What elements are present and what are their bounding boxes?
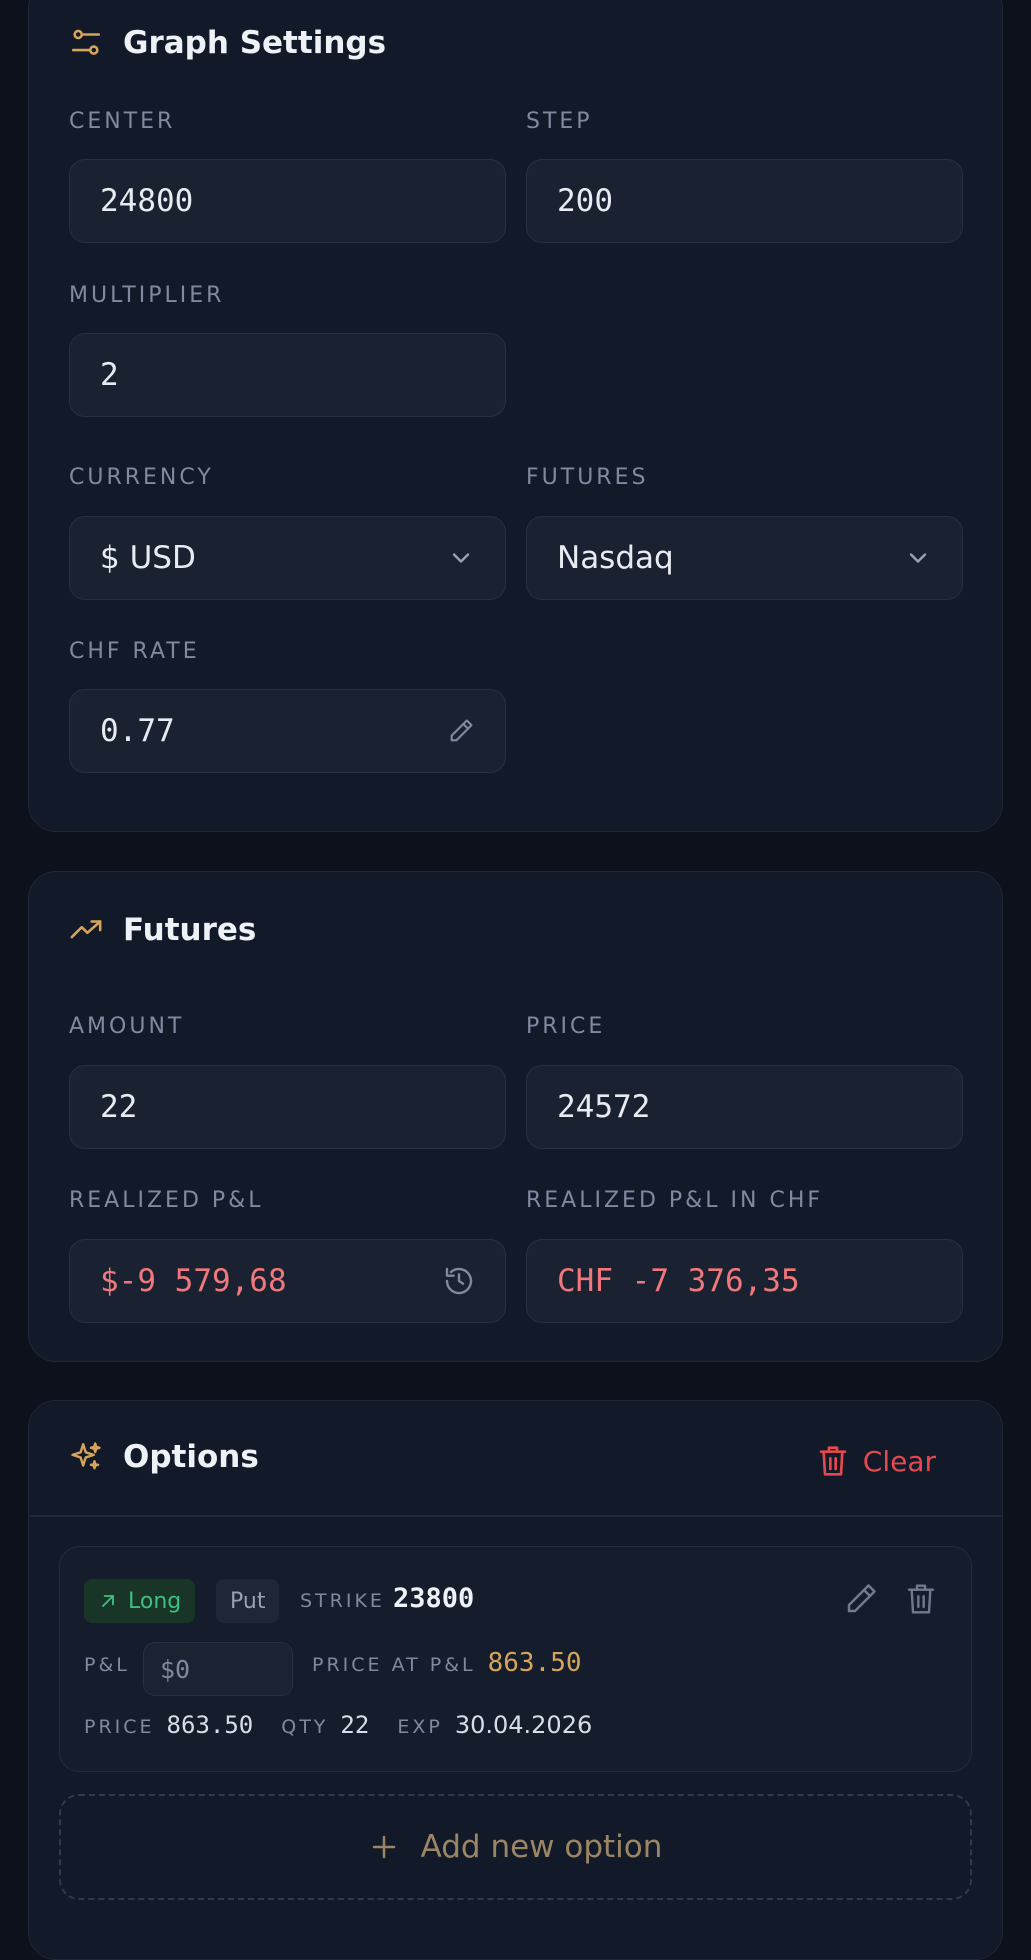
delete-icon[interactable] (905, 1581, 937, 1617)
type-label: Put (230, 1588, 266, 1614)
center-value: 24800 (100, 183, 194, 219)
trash-icon (817, 1443, 849, 1479)
futures-select[interactable]: Nasdaq (526, 516, 963, 600)
futures-label: FUTURES (526, 465, 649, 490)
exp-label: EXP (397, 1716, 443, 1738)
multiplier-label: MULTIPLIER (69, 283, 225, 308)
option-item[interactable]: Long Put STRIKE 23800 P&L $0 PRICE AT P&… (59, 1546, 972, 1772)
direction-badge: Long (84, 1579, 196, 1623)
pl-input-value: $0 (160, 1654, 191, 1684)
chf-rate-input[interactable]: 0.77 (69, 689, 506, 773)
divider (29, 1515, 1002, 1517)
step-label: STEP (526, 109, 593, 134)
edit-icon[interactable] (843, 1581, 879, 1617)
options-card: Options Clear Long Put STRIKE 23800 P&L … (28, 1400, 1003, 1960)
realized-pl-value: $-9 579,68 (100, 1263, 287, 1299)
strike-value: 23800 (392, 1583, 475, 1614)
qty-value: 22 (340, 1711, 370, 1739)
amount-value: 22 (100, 1089, 138, 1125)
pl-input[interactable]: $0 (143, 1642, 293, 1696)
currency-value: $ USD (100, 540, 196, 576)
direction-label: Long (128, 1588, 182, 1614)
chf-rate-label: CHF RATE (69, 639, 200, 664)
strike-label: STRIKE (300, 1590, 385, 1612)
price-at-pl-value: 863.50 (487, 1648, 582, 1678)
amount-label: AMOUNT (69, 1014, 185, 1039)
clear-button[interactable]: Clear (817, 1443, 936, 1479)
futures-value: Nasdaq (557, 540, 674, 576)
options-title: Options (123, 1439, 259, 1475)
graph-settings-card: Graph Settings CENTER 24800 STEP 200 MUL… (28, 0, 1003, 832)
futures-header: Futures (69, 912, 256, 948)
futures-title: Futures (123, 912, 257, 948)
amount-input[interactable]: 22 (69, 1065, 506, 1149)
add-option-button[interactable]: Add new option (59, 1794, 972, 1900)
multiplier-input[interactable]: 2 (69, 333, 506, 417)
option-details: PRICE 863.50 QTY 22 EXP 30.04.2026 (84, 1711, 592, 1739)
exp-value: 30.04.2026 (454, 1711, 593, 1739)
chevron-down-icon (904, 544, 932, 572)
chevron-down-icon (447, 544, 475, 572)
price-at-pl-label: PRICE AT P&L (312, 1654, 476, 1676)
history-icon[interactable] (443, 1265, 475, 1297)
center-input[interactable]: 24800 (69, 159, 506, 243)
price-at-pl-group: PRICE AT P&L 863.50 (312, 1648, 582, 1678)
realized-pl-chf-field: CHF -7 376,35 (526, 1239, 963, 1323)
currency-select[interactable]: $ USD (69, 516, 506, 600)
price-label: PRICE (526, 1014, 606, 1039)
price-value: 863.50 (166, 1711, 254, 1739)
realized-pl-chf-value: CHF -7 376,35 (557, 1263, 800, 1299)
plus-icon (369, 1832, 399, 1862)
sliders-icon (69, 26, 103, 60)
pl-label: P&L (84, 1654, 130, 1676)
graph-settings-title: Graph Settings (123, 25, 387, 61)
center-label: CENTER (69, 109, 176, 134)
step-value: 200 (557, 183, 613, 219)
sparkles-icon (69, 1440, 103, 1474)
futures-card: Futures AMOUNT 22 PRICE 24572 REALIZED P… (28, 871, 1003, 1362)
currency-label: CURRENCY (69, 465, 214, 490)
type-badge: Put (216, 1579, 280, 1623)
graph-settings-header: Graph Settings (69, 25, 386, 61)
pencil-icon[interactable] (447, 717, 475, 745)
realized-pl-chf-label: REALIZED P&L IN CHF (526, 1188, 824, 1213)
price-value: 24572 (557, 1089, 651, 1125)
add-option-label: Add new option (420, 1829, 663, 1865)
realized-pl-field: $-9 579,68 (69, 1239, 506, 1323)
chf-rate-value: 0.77 (100, 713, 175, 749)
qty-label: QTY (281, 1716, 329, 1738)
clear-label: Clear (862, 1444, 936, 1478)
trending-up-icon (69, 913, 103, 947)
price-label: PRICE (84, 1716, 155, 1738)
realized-pl-label: REALIZED P&L (69, 1188, 264, 1213)
strike-group: STRIKE 23800 (300, 1583, 474, 1614)
price-input[interactable]: 24572 (526, 1065, 963, 1149)
multiplier-value: 2 (100, 357, 119, 393)
step-input[interactable]: 200 (526, 159, 963, 243)
options-header: Options (69, 1439, 259, 1475)
arrow-up-right-icon (98, 1591, 118, 1611)
